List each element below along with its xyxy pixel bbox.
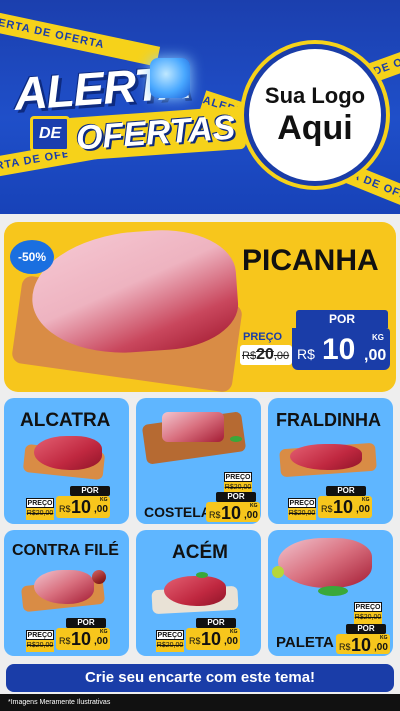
new-price: R$ 10 ,00 KG [56,628,110,650]
price-int: 10 [322,333,356,366]
price-unit: KG [362,497,370,503]
price-currency: R$ [297,346,315,362]
por-label: POR [216,492,256,502]
por-label: POR [326,486,366,496]
price-dec: ,00 [364,347,387,364]
price-unit: KG [100,497,108,503]
price-currency: R$ [321,504,333,514]
logo-text-line2: Aqui [277,109,353,147]
acem-image [164,576,226,606]
lime-garnish [272,566,284,578]
fraldinha-image [290,444,362,470]
featured-old-price: R$20,00 [240,345,292,365]
price-int: 10 [221,503,242,523]
create-flyer-button[interactable]: Crie seu encarte com este tema! [6,664,394,692]
herb-garnish [318,586,348,596]
product-name: COSTELA [144,504,211,520]
paleta-image [278,538,372,588]
featured-preco-label: PREÇO [243,331,283,343]
price-int: 10 [351,635,372,655]
preco-label: PREÇO [156,630,184,640]
old-price: R$20,00 [26,508,54,520]
costela-image [162,412,224,442]
logo-placeholder[interactable]: Sua Logo Aqui [244,44,386,186]
price-dec: ,00 [94,636,108,647]
siren-icon [150,58,190,98]
price-dec: ,00 [374,642,388,653]
featured-product-name: PICANHA [242,244,379,277]
product-card-contra-file[interactable]: CONTRA FILÉ POR PREÇO R$20,00 R$ 10 ,00 … [4,530,129,656]
featured-por-label: POR [296,310,388,328]
new-price: R$ 10 ,00 KG [186,628,240,650]
preco-label: PREÇO [288,498,316,508]
price-dec: ,00 [244,510,258,521]
featured-new-price: R$ 10 ,00 KG [292,328,390,370]
new-price: R$ 10 ,00 KG [336,634,390,655]
old-price-int: 20 [256,346,274,363]
price-dec: ,00 [224,636,238,647]
price-int: 10 [71,629,92,649]
product-card-alcatra[interactable]: ALCATRA POR PREÇO R$20,00 R$ 10 ,00 KG [4,398,129,524]
new-price: R$ 10 ,00 KG [318,496,372,518]
product-card-fraldinha[interactable]: FRALDINHA POR PREÇO R$20,00 R$ 10 ,00 KG [268,398,393,524]
price-int: 10 [201,629,222,649]
old-price: R$20,00 [354,612,382,624]
por-label: POR [66,618,106,628]
disclaimer-footnote: *Imagens Meramente Ilustrativas [0,694,400,711]
price-currency: R$ [339,642,351,652]
price-int: 10 [71,497,92,517]
product-card-paleta[interactable]: PREÇO R$20,00 POR PALETA R$ 10 ,00 KG [268,530,393,656]
contra-file-image [34,570,94,604]
product-name: CONTRA FILÉ [12,542,119,559]
preco-label: PREÇO [224,472,252,482]
old-currency: R$ [242,350,257,362]
product-name: PALETA [276,634,334,651]
headline-de: DE [30,115,71,152]
product-name: ACÉM [172,542,228,563]
product-name: ALCATRA [20,410,111,431]
herb-garnish [230,436,242,442]
discount-badge: -50% [10,240,54,274]
alcatra-image [34,436,102,470]
headline-ofertas-row: DE OFERTAS [30,105,247,162]
preco-label: PREÇO [26,498,54,508]
price-unit: KG [250,503,258,509]
por-label: POR [196,618,236,628]
price-dec: ,00 [94,504,108,515]
price-unit: KG [380,635,388,641]
product-card-costela[interactable]: COSTELA PREÇO R$20,00 POR R$ 10 ,00 KG [136,398,261,524]
old-price-dec: ,00 [273,350,290,362]
price-currency: R$ [209,510,221,520]
price-unit: KG [372,333,384,342]
old-price: R$20,00 [26,640,54,652]
price-unit: KG [230,629,238,635]
price-currency: R$ [189,636,201,646]
product-name: FRALDINHA [276,410,381,430]
old-price: R$20,00 [288,508,316,520]
price-currency: R$ [59,636,71,646]
por-label: POR [346,624,386,634]
logo-text-line1: Sua Logo [264,83,366,108]
preco-label: PREÇO [354,602,382,612]
header-banner: ALERTA DE OFERTA ALERTA DE OFERTA ALERTA… [0,0,400,214]
price-int: 10 [333,497,354,517]
tomato-garnish [92,570,106,584]
old-price: R$20,00 [156,640,184,652]
new-price: R$ 10 ,00 KG [56,496,110,518]
herb-garnish [196,572,208,578]
price-dec: ,00 [356,504,370,515]
headline-ofertas: OFERTAS [64,105,247,162]
new-price: R$ 10 ,00 KG [206,502,260,523]
price-unit: KG [100,629,108,635]
preco-label: PREÇO [26,630,54,640]
product-card-acem[interactable]: ACÉM POR PREÇO R$20,00 R$ 10 ,00 KG [136,530,261,656]
por-label: POR [70,486,110,496]
price-currency: R$ [59,504,71,514]
